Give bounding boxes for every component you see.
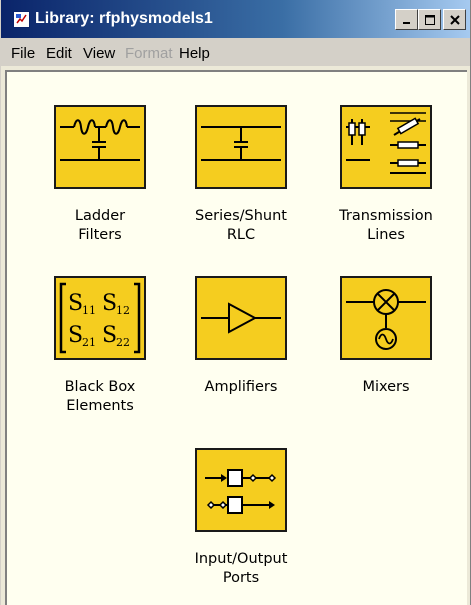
window-title: Library: rfphysmodels1 [35,10,213,27]
minimize-button[interactable] [395,9,418,30]
s-parameter-matrix-icon[interactable]: S 11 S 12 S 21 S 22 [54,276,146,360]
close-icon [449,14,460,25]
minimize-icon [402,21,410,24]
svg-text:S: S [68,291,83,316]
maximize-icon [424,14,435,25]
amplifiers-label: Amplifiers [204,379,278,395]
transmission-lines-icon[interactable] [340,105,432,189]
library-window: Library: rfphysmodels1 File Edit View Fo… [0,0,471,605]
svg-text:S: S [102,323,117,348]
simulink-library-icon [13,11,30,28]
svg-text:22: 22 [116,336,130,349]
close-button[interactable] [443,9,466,30]
menu-view[interactable]: View [83,45,115,62]
menu-format[interactable]: Format [125,45,173,62]
mixers-label: Mixers [362,379,410,395]
library-canvas[interactable]: Ladder Filters Series/Shunt RLC Transmis… [5,70,467,605]
mixer-icon[interactable] [340,276,432,360]
menu-file[interactable]: File [11,45,35,62]
series-shunt-rlc-icon[interactable] [195,105,287,189]
ladder-filters-label: Ladder Filters [74,208,126,243]
title-bar[interactable]: Library: rfphysmodels1 [1,0,470,38]
transmission-lines-label: Transmission Lines [339,208,433,243]
series-shunt-rlc-label: Series/Shunt RLC [195,208,287,243]
maximize-button[interactable] [418,9,441,30]
window-controls [395,9,466,31]
svg-text:S: S [68,323,83,348]
black-box-elements-label: Black Box Elements [64,379,136,414]
io-ports-label: Input/Output Ports [194,551,288,586]
ladder-filter-icon[interactable] [54,105,146,189]
svg-text:12: 12 [116,304,130,317]
menu-help[interactable]: Help [179,45,210,62]
menu-bar: File Edit View Format Help [1,38,470,66]
svg-text:11: 11 [82,304,96,317]
amplifier-triangle-icon[interactable] [195,276,287,360]
svg-text:21: 21 [82,336,96,349]
io-ports-icon[interactable] [195,448,287,532]
svg-text:S: S [102,291,117,316]
menu-edit[interactable]: Edit [46,45,72,62]
